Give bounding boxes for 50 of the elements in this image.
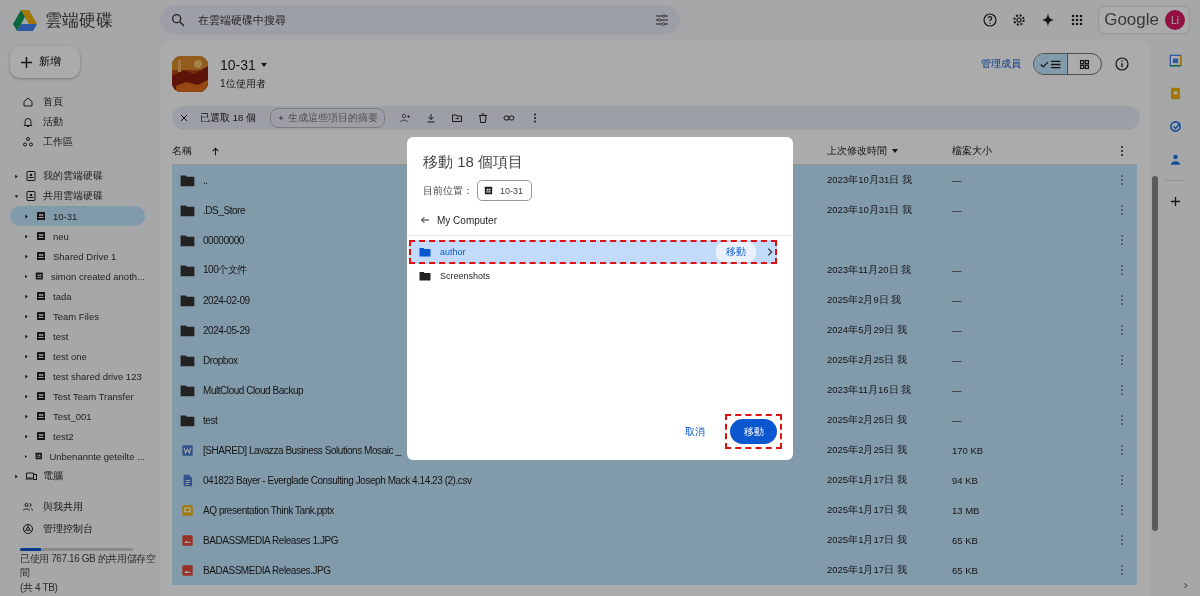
file-size: 65 KB (952, 564, 978, 576)
file-name: MultCloud Cloud Backup (203, 384, 304, 396)
file-name: 041823 Bayer - Everglade Consulting Joseph Mack 4.14.23 (2).csv (203, 474, 472, 486)
storage-total: (共 4 TB) (20, 581, 59, 595)
modified-date: 2025年1月17日 我 (827, 473, 907, 487)
file-size: 170 KB (952, 444, 984, 456)
app-name: 雲端硬碟 (45, 9, 113, 32)
modified-date: 2023年10月31日 我 (827, 203, 912, 217)
file-size: 94 KB (952, 474, 978, 486)
modified-date: 2023年10月31日 我 (827, 173, 912, 187)
file-name: 2024-05-29 (203, 324, 250, 336)
file-size: 13 MB (952, 504, 980, 516)
modified-date: 2025年2月25日 我 (827, 353, 907, 367)
file-name: BADASSMEDIA Releases 1.JPG (203, 534, 339, 546)
file-name: 100个文件 (203, 263, 247, 277)
file-name: Dropbox (203, 354, 238, 366)
modified-date: 2025年2月25日 我 (827, 443, 907, 457)
file-name: .DS_Store (203, 204, 246, 216)
modified-date: 2024年5月29日 我 (827, 323, 907, 337)
file-size: — (952, 354, 962, 366)
file-name: AQ presentation Think Tank.pptx (203, 504, 334, 516)
folder-name: Screenshots (440, 271, 492, 281)
dialog-title: 移動 18 個項目 (422, 152, 525, 172)
current-folder-name: My Computer (437, 214, 497, 226)
file-size: — (952, 414, 962, 426)
file-size: 65 KB (952, 534, 978, 546)
file-name: test (203, 414, 218, 426)
file-size: — (952, 324, 962, 336)
file-size: — (952, 174, 962, 186)
member-count: 1位使用者 (220, 77, 267, 91)
modified-date: 2023年11月20日 我 (827, 263, 912, 277)
modified-date: 2025年2月9日 我 (827, 293, 902, 307)
file-name: BADASSMEDIA Releases.JPG (203, 564, 331, 576)
selection-count: 已選取 18 個 (200, 111, 256, 125)
modified-date: 2025年1月17日 我 (827, 503, 907, 517)
folder-name: author (440, 247, 467, 257)
file-size: — (952, 384, 962, 396)
modified-date: 2025年1月17日 我 (827, 563, 907, 577)
file-size: — (952, 204, 962, 216)
file-name: .. (203, 174, 208, 186)
file-size: — (952, 294, 962, 306)
modified-date: 2025年2月25日 我 (827, 413, 907, 427)
file-name: [SHARED] Lavazza Business Solutions Mosaic _ (203, 444, 401, 456)
modified-date: 2023年11月16日 我 (827, 383, 912, 397)
file-name: 2024-02-09 (203, 294, 250, 306)
file-size: — (952, 264, 962, 276)
location-label: 目前位置： (423, 183, 473, 198)
file-name: 00000000 (203, 234, 244, 246)
storage-text: 已使用 767.16 GB 的共用儲存空間 (20, 552, 157, 580)
modified-date: 2025年1月17日 我 (827, 533, 907, 547)
